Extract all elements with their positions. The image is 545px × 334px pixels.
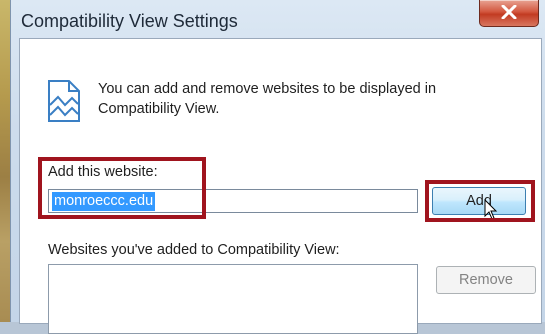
compatibility-view-dialog: Compatibility View Settings You can add …: [10, 0, 545, 334]
highlight-box-add-button: [425, 180, 535, 222]
dialog-title: Compatibility View Settings: [21, 11, 238, 31]
added-websites-list[interactable]: [48, 264, 418, 334]
dialog-body: You can add and remove websites to be di…: [19, 38, 542, 334]
highlight-box-website: [38, 157, 206, 219]
remove-button[interactable]: Remove: [436, 266, 536, 294]
title-bar: Compatibility View Settings: [11, 0, 545, 38]
info-description: You can add and remove websites to be di…: [98, 81, 437, 117]
close-button[interactable]: [479, 0, 539, 27]
added-websites-label: Websites you've added to Compatibility V…: [48, 242, 340, 258]
close-x-icon: [501, 5, 517, 19]
compatibility-view-icon: [48, 80, 80, 122]
